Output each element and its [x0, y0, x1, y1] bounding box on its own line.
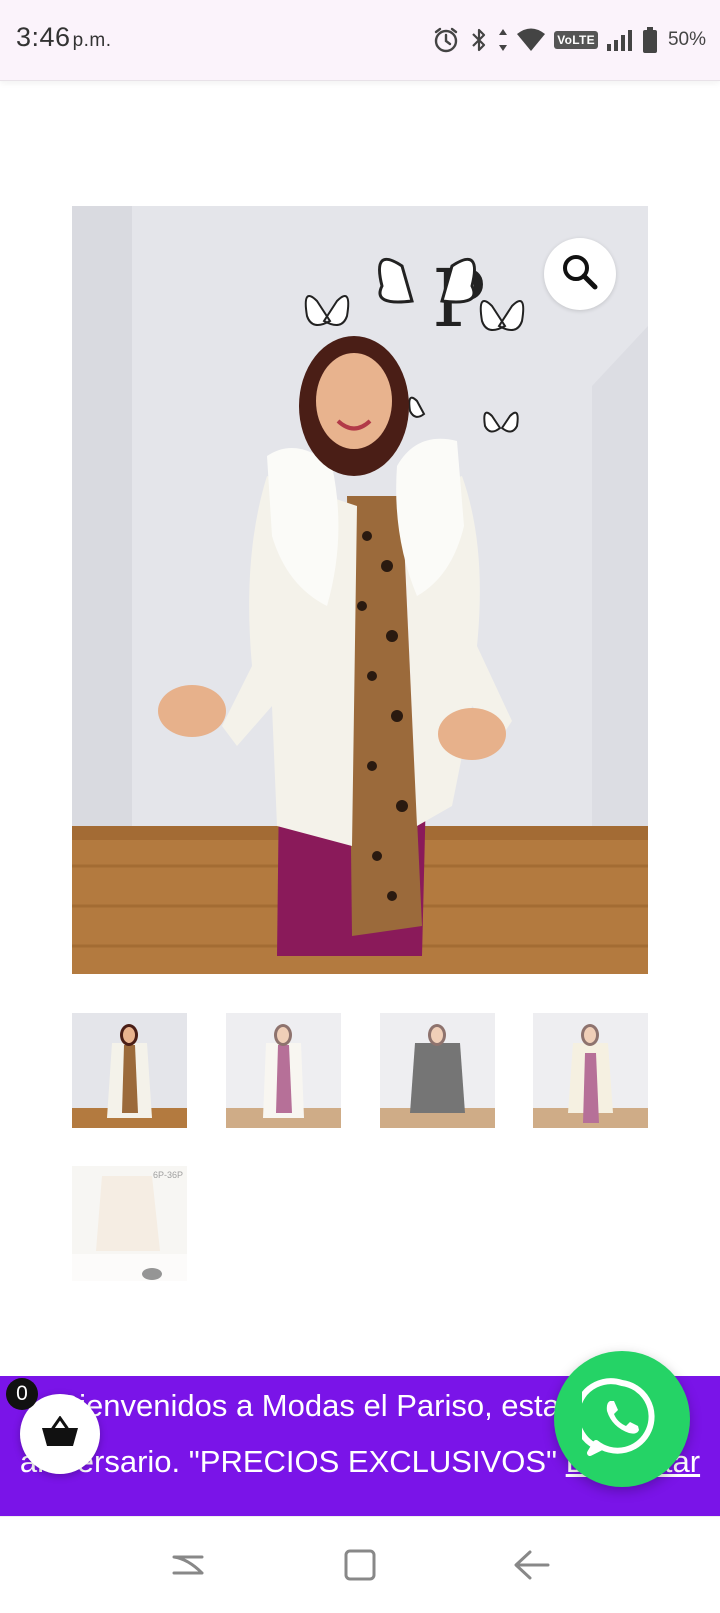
whatsapp-button[interactable] — [554, 1351, 690, 1487]
basket-icon — [41, 1414, 79, 1453]
bluetooth-icon — [468, 26, 490, 54]
product-main-image[interactable]: P — [72, 206, 648, 974]
recent-apps-button[interactable] — [170, 1547, 206, 1588]
promo-message-text: aniversario. "PRECIOS EXCLUSIVOS" — [19, 1444, 558, 1479]
gallery-thumbnail[interactable] — [226, 1013, 341, 1128]
status-icons: VoLTE 50% — [432, 24, 706, 56]
gallery-thumbnail[interactable] — [72, 1013, 187, 1128]
thumbnail-image — [226, 1013, 341, 1128]
clock-time: 3:46 — [16, 22, 71, 52]
thumbnail-image — [72, 1013, 187, 1128]
gallery-thumbnail[interactable] — [533, 1013, 648, 1128]
status-bar: 3:46 p.m. VoLTE 50% — [0, 0, 720, 81]
alarm-icon — [432, 26, 460, 54]
gallery-thumbnail[interactable] — [380, 1013, 495, 1128]
system-navigation-bar — [0, 1516, 720, 1613]
clock-ampm: p.m. — [72, 30, 112, 51]
battery-icon — [642, 26, 658, 54]
cart-count-badge: 0 — [6, 1378, 38, 1410]
gallery-thumbnail[interactable]: 6P-36P — [72, 1166, 187, 1281]
wifi-icon — [516, 27, 546, 53]
search-icon — [561, 253, 599, 296]
thumbnail-image — [533, 1013, 648, 1128]
thumbnail-image — [72, 1166, 187, 1281]
home-button[interactable] — [342, 1547, 378, 1588]
signal-icon — [606, 28, 634, 52]
thumbnail-size-label: 6P-36P — [152, 1170, 183, 1180]
battery-percentage: 50% — [667, 29, 706, 50]
whatsapp-icon — [573, 1377, 662, 1462]
volte-badge: VoLTE — [554, 31, 598, 49]
zoom-button[interactable] — [544, 238, 616, 310]
thumbnail-image — [380, 1013, 495, 1128]
back-button[interactable] — [512, 1547, 552, 1588]
product-photo-illustration: P — [72, 206, 648, 974]
data-arrows-icon — [498, 27, 508, 53]
status-time: 3:46 p.m. — [16, 22, 112, 53]
